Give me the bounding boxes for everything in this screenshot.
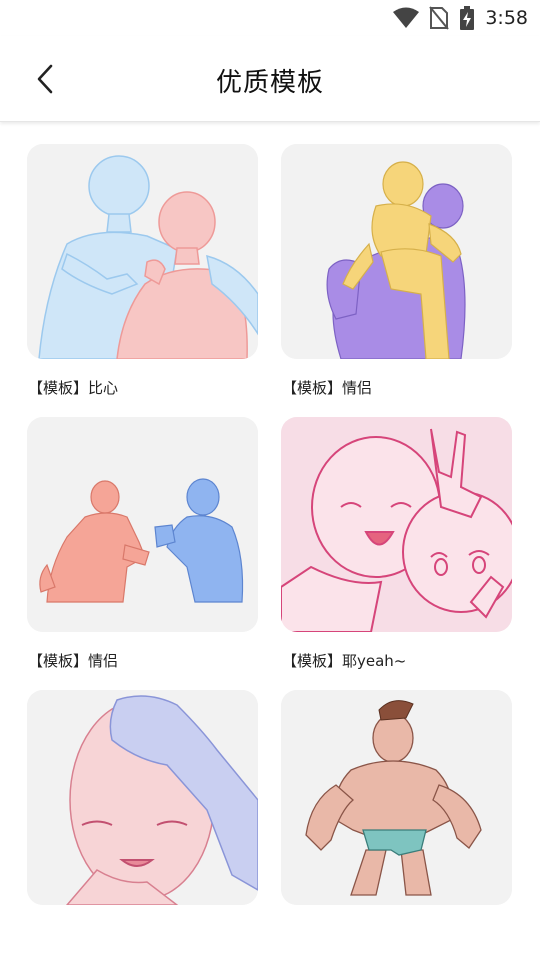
template-card[interactable]: 【模板】情侣 bbox=[27, 417, 258, 671]
template-card[interactable] bbox=[281, 690, 512, 923]
muscular-man-pose-image bbox=[281, 690, 512, 905]
wifi-icon bbox=[393, 7, 420, 29]
template-label: 【模板】情侣 bbox=[282, 379, 373, 397]
status-bar: 3:58 bbox=[0, 0, 540, 36]
template-thumbnail[interactable] bbox=[27, 417, 258, 632]
head-pat-pose-image bbox=[27, 690, 258, 905]
template-label: 【模板】耶yeah~ bbox=[282, 652, 407, 670]
battery-charging-icon bbox=[459, 6, 475, 30]
template-thumbnail[interactable] bbox=[27, 144, 258, 359]
template-card[interactable]: 【模板】情侣 bbox=[281, 144, 512, 398]
template-thumbnail[interactable] bbox=[281, 417, 512, 632]
couple-gift-pose-image bbox=[27, 417, 258, 632]
clock: 3:58 bbox=[485, 7, 528, 29]
template-card[interactable]: 【模板】比心 bbox=[27, 144, 258, 398]
template-thumbnail[interactable] bbox=[281, 690, 512, 905]
heart-hands-pose-image bbox=[27, 144, 258, 359]
yeah-selfie-pose-image bbox=[281, 417, 512, 632]
template-label: 【模板】比心 bbox=[28, 379, 119, 397]
template-thumbnail[interactable] bbox=[27, 690, 258, 905]
template-label: 【模板】情侣 bbox=[28, 652, 119, 670]
template-card[interactable]: 【模板】耶yeah~ bbox=[281, 417, 512, 671]
app-bar: 优质模板 bbox=[0, 36, 540, 122]
status-icons: 3:58 bbox=[393, 4, 528, 32]
template-card[interactable] bbox=[27, 690, 258, 923]
page-title: 优质模板 bbox=[215, 68, 324, 98]
no-sim-icon bbox=[429, 6, 450, 30]
template-thumbnail[interactable] bbox=[281, 144, 512, 359]
piggyback-couple-pose-image bbox=[281, 144, 512, 359]
